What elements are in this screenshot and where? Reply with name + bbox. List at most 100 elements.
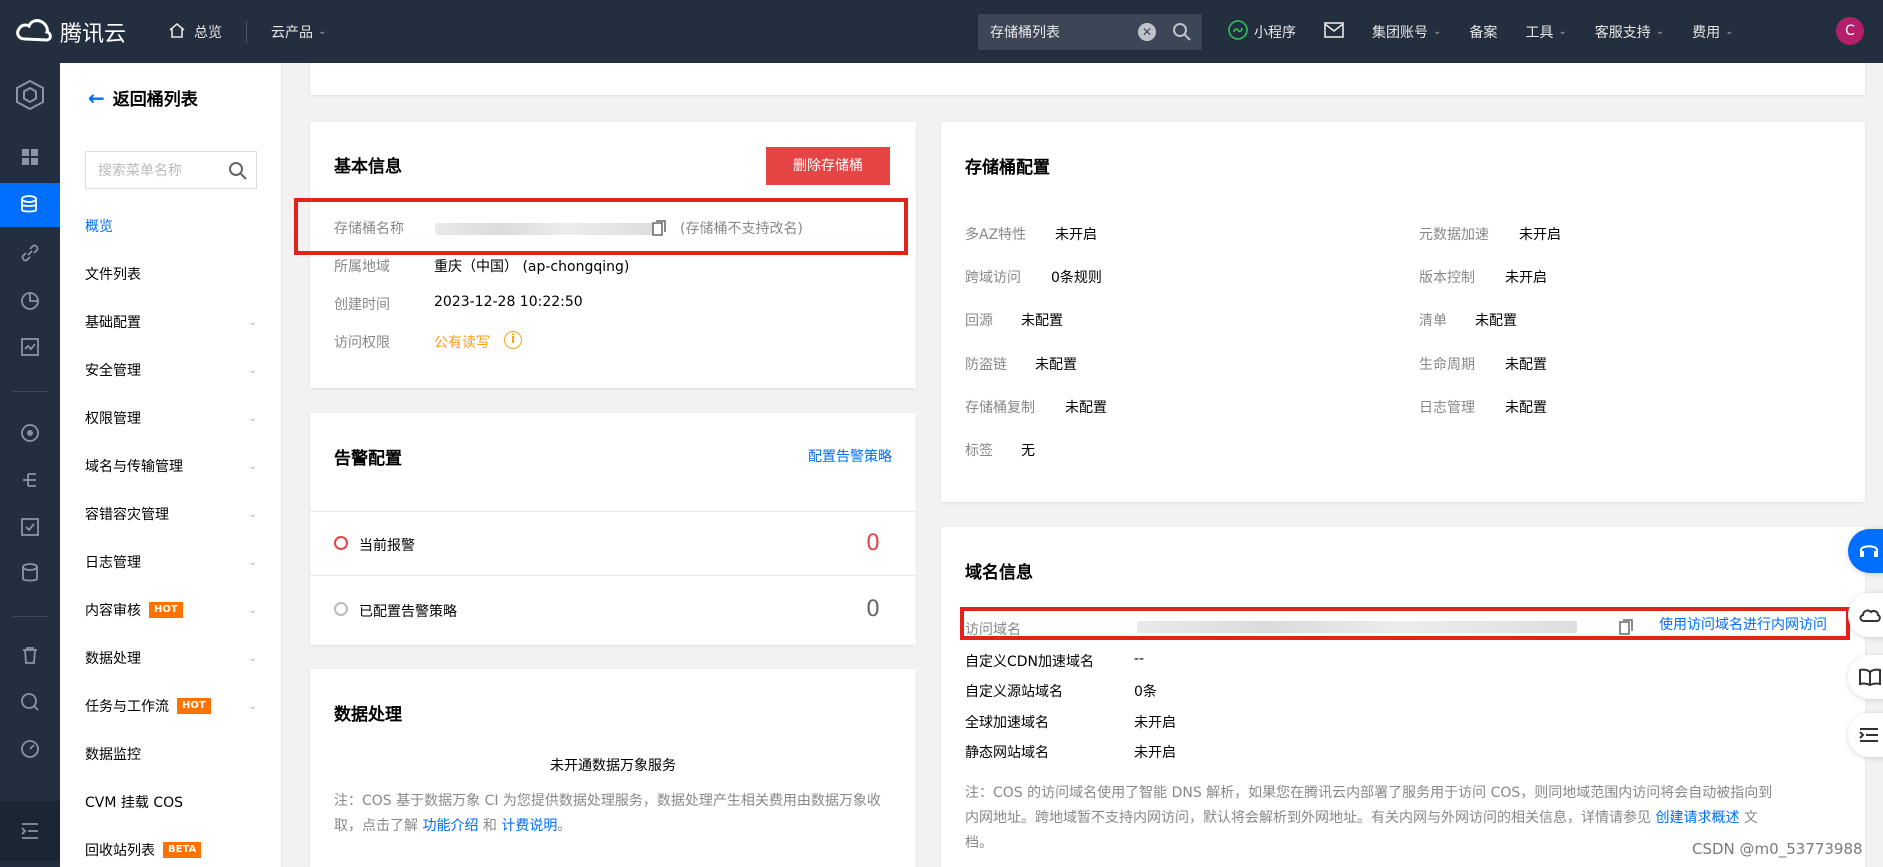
search-icon[interactable] bbox=[1172, 22, 1192, 46]
alarm-config-link[interactable]: 配置告警策略 bbox=[808, 446, 892, 466]
domain-label: 全球加速域名 bbox=[965, 715, 1049, 731]
monitor-icon[interactable] bbox=[0, 411, 60, 455]
chevron-down-icon: ⌄ bbox=[248, 460, 257, 472]
request-overview-link[interactable]: 创建请求概述 bbox=[1655, 810, 1739, 826]
search-input[interactable]: 存储桶列表 bbox=[990, 22, 1060, 42]
support-menu[interactable]: 客服支持 ⌄ bbox=[1595, 22, 1664, 42]
config-label: 多AZ特性 bbox=[965, 227, 1027, 243]
sidebar-item-security[interactable]: 安全管理 ⌄ bbox=[85, 360, 257, 380]
chevron-down-icon: ⌄ bbox=[1725, 26, 1734, 37]
domain-label: 静态网站域名 bbox=[965, 745, 1049, 761]
collapse-menu-icon[interactable] bbox=[0, 801, 60, 861]
domain-value: -- bbox=[1134, 651, 1145, 667]
ci-note-end: 。 bbox=[557, 818, 572, 834]
sidebar-item-label: 权限管理 bbox=[85, 411, 141, 427]
config-label: 防盗链 bbox=[965, 357, 1007, 373]
search-icon[interactable] bbox=[228, 161, 248, 185]
watermark: CSDN @m0_53773988 bbox=[1692, 840, 1863, 858]
mini-program-link[interactable]: 小程序 bbox=[1228, 19, 1296, 44]
task-check-icon[interactable] bbox=[0, 505, 60, 549]
menu-search-placeholder: 搜索菜单名称 bbox=[98, 163, 182, 179]
side-menu: ← 返回桶列表 搜索菜单名称 概览 文件列表 基础配置 ⌄ 安全管理 ⌄ 权限管… bbox=[60, 63, 282, 867]
menu-search-input[interactable]: 搜索菜单名称 bbox=[85, 151, 257, 189]
filing-link[interactable]: 备案 bbox=[1469, 22, 1497, 42]
current-alarm-label: 当前报警 bbox=[359, 538, 415, 554]
group-account-label: 集团账号 bbox=[1372, 24, 1428, 41]
filing-label: 备案 bbox=[1469, 24, 1498, 41]
summary-card-partial bbox=[310, 63, 1865, 95]
hot-badge: HOT bbox=[177, 698, 211, 714]
feature-intro-link[interactable]: 功能介绍 bbox=[422, 818, 478, 834]
top-bar: 腾讯云 总览 云产品 ⌄ 存储桶列表 ✕ 小程序 集团账号 ⌄ 备案 工具 ⌄ … bbox=[0, 0, 1883, 63]
mini-program-icon bbox=[1228, 19, 1248, 44]
chevron-down-icon: ⌄ bbox=[1655, 26, 1665, 37]
info-icon[interactable]: i bbox=[504, 331, 522, 349]
topology-icon[interactable] bbox=[0, 458, 60, 502]
dashboard-icon[interactable] bbox=[0, 135, 60, 179]
avatar[interactable]: C bbox=[1836, 17, 1864, 45]
tools-menu[interactable]: 工具 ⌄ bbox=[1525, 22, 1566, 42]
brand-logo[interactable]: 腾讯云 bbox=[0, 0, 150, 63]
domain-value: 未开启 bbox=[1134, 715, 1176, 731]
domain-value: 0条 bbox=[1134, 684, 1157, 700]
sidebar-item-content-audit[interactable]: 内容审核 HOT ⌄ bbox=[85, 600, 257, 620]
delete-bucket-button[interactable]: 删除存储桶 bbox=[766, 147, 890, 185]
chevron-down-icon: ⌄ bbox=[248, 604, 257, 616]
sidebar-item-label: 安全管理 bbox=[85, 363, 141, 379]
pie-chart-icon[interactable] bbox=[0, 279, 60, 323]
sidebar-item-overview[interactable]: 概览 bbox=[85, 216, 257, 236]
region-label: 所属地域 bbox=[334, 259, 390, 275]
sidebar-item-permissions[interactable]: 权限管理 ⌄ bbox=[85, 408, 257, 428]
sidebar-item-tasks-workflows[interactable]: 任务与工作流 HOT ⌄ bbox=[85, 696, 257, 716]
link-icon[interactable] bbox=[0, 231, 60, 275]
domain-label: 自定义源站域名 bbox=[965, 684, 1063, 700]
group-account-menu[interactable]: 集团账号 ⌄ bbox=[1372, 22, 1441, 42]
search-log-icon[interactable] bbox=[0, 680, 60, 724]
sidebar-item-label: 文件列表 bbox=[85, 267, 141, 283]
products-menu[interactable]: 云产品 ⌄ bbox=[271, 0, 326, 63]
billing-menu[interactable]: 费用 ⌄ bbox=[1692, 22, 1733, 42]
global-search[interactable]: 存储桶列表 ✕ bbox=[978, 14, 1202, 50]
access-value: 公有读写 bbox=[434, 335, 490, 351]
sidebar-item-data-processing[interactable]: 数据处理 ⌄ bbox=[85, 648, 257, 668]
sidebar-item-logs[interactable]: 日志管理 ⌄ bbox=[85, 552, 257, 572]
cube-icon[interactable] bbox=[0, 71, 60, 119]
basic-info-title: 基本信息 bbox=[334, 157, 402, 177]
config-value: 未配置 bbox=[1475, 313, 1517, 329]
overview-link[interactable]: 总览 bbox=[168, 0, 222, 63]
chevron-down-icon: ⌄ bbox=[1558, 26, 1567, 37]
config-label: 清单 bbox=[1419, 313, 1447, 329]
mail-link[interactable] bbox=[1324, 21, 1344, 42]
created-label: 创建时间 bbox=[334, 297, 390, 313]
config-label: 日志管理 bbox=[1419, 400, 1475, 416]
domain-value: 未开启 bbox=[1134, 745, 1176, 761]
database-icon[interactable] bbox=[0, 551, 60, 595]
bucket-config-title: 存储桶配置 bbox=[965, 158, 1050, 178]
back-to-buckets[interactable]: ← 返回桶列表 bbox=[88, 85, 198, 111]
sidebar-item-label: 数据处理 bbox=[85, 651, 141, 667]
products-label: 云产品 bbox=[271, 24, 313, 41]
sidebar-item-file-list[interactable]: 文件列表 bbox=[85, 264, 257, 284]
clear-icon[interactable]: ✕ bbox=[1138, 23, 1156, 41]
config-label: 存储桶复制 bbox=[965, 400, 1035, 416]
current-alarm-count: 0 bbox=[866, 531, 880, 556]
bucket-icon[interactable] bbox=[0, 183, 60, 227]
sidebar-item-label: 容错容灾管理 bbox=[85, 507, 169, 523]
report-icon[interactable] bbox=[0, 325, 60, 369]
config-value: 未配置 bbox=[1505, 400, 1547, 416]
sidebar-item-fault-tolerance[interactable]: 容错容灾管理 ⌄ bbox=[85, 504, 257, 524]
trash-icon[interactable] bbox=[0, 633, 60, 677]
billing-info-link[interactable]: 计费说明 bbox=[501, 818, 557, 834]
sidebar-item-domain-transfer[interactable]: 域名与传输管理 ⌄ bbox=[85, 456, 257, 476]
created-value: 2023-12-28 10:22:50 bbox=[434, 294, 583, 310]
tools-label: 工具 bbox=[1525, 24, 1554, 41]
sidebar-item-basic-config[interactable]: 基础配置 ⌄ bbox=[85, 312, 257, 332]
sidebar-item-cvm-mount[interactable]: CVM 挂载 COS bbox=[85, 792, 257, 812]
sidebar-item-data-monitoring[interactable]: 数据监控 bbox=[85, 744, 257, 764]
chevron-down-icon: ⌄ bbox=[248, 412, 257, 424]
sidebar-item-recycle-bin[interactable]: 回收站列表 BETA bbox=[85, 840, 257, 860]
divider bbox=[246, 20, 247, 43]
gauge-icon[interactable] bbox=[0, 727, 60, 771]
config-label: 版本控制 bbox=[1419, 270, 1475, 286]
chevron-down-icon: ⌄ bbox=[248, 508, 257, 520]
